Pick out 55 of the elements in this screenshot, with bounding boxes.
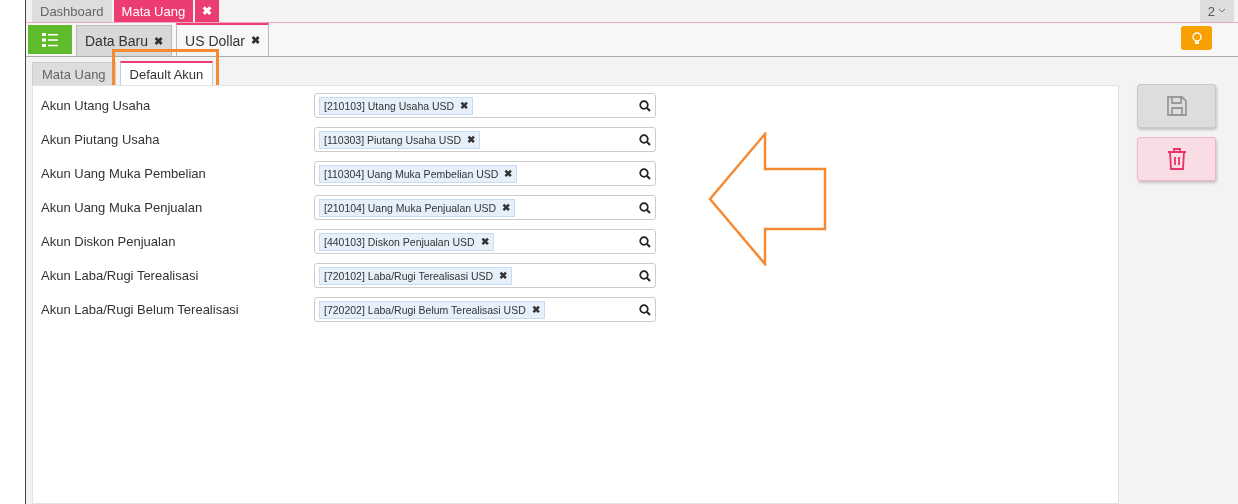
remove-tag-button[interactable]: ✖ bbox=[480, 236, 489, 247]
account-select-field[interactable]: [110303] Piutang Usaha USD ✖ bbox=[314, 127, 656, 152]
close-tab-button[interactable]: ✖ bbox=[250, 34, 260, 47]
search-icon bbox=[639, 303, 651, 316]
field-label: Akun Laba/Rugi Belum Terealisasi bbox=[41, 302, 240, 317]
form-tab[interactable]: Default Akun bbox=[119, 61, 214, 85]
document-tab[interactable]: US Dollar ✖ bbox=[176, 23, 269, 56]
field-label: Akun Piutang Usaha bbox=[41, 132, 161, 147]
window-tab[interactable]: Dashboard bbox=[32, 0, 112, 22]
selected-account-tag: [720102] Laba/Rugi Terealisasi USD ✖ bbox=[319, 266, 513, 285]
search-icon bbox=[639, 269, 651, 282]
search-icon bbox=[639, 99, 651, 112]
search-icon bbox=[639, 235, 651, 248]
chevron-icon bbox=[1218, 8, 1226, 14]
search-icon bbox=[639, 201, 651, 214]
tab-label: US Dollar bbox=[185, 32, 245, 49]
selected-account-tag: [210103] Utang Usaha USD ✖ bbox=[319, 96, 474, 115]
selected-account-tag: [210104] Uang Muka Penjualan USD ✖ bbox=[319, 198, 516, 217]
save-button[interactable] bbox=[1137, 84, 1216, 128]
close-tab-button[interactable]: ✖ bbox=[154, 34, 164, 48]
account-select-field[interactable]: [110304] Uang Muka Pembelian USD ✖ bbox=[314, 161, 656, 186]
window-tab[interactable]: Mata Uang bbox=[113, 0, 194, 22]
remove-tag-button[interactable]: ✖ bbox=[460, 100, 469, 111]
list-icon bbox=[42, 32, 58, 47]
field-label: Akun Laba/Rugi Terealisasi bbox=[41, 268, 200, 283]
selected-account-tag: [720202] Laba/Rugi Belum Terealisasi USD ✖ bbox=[319, 300, 545, 319]
lightbulb-icon bbox=[1191, 31, 1202, 45]
hint-button[interactable] bbox=[1181, 26, 1212, 50]
account-select-field[interactable]: [210104] Uang Muka Penjualan USD ✖ bbox=[314, 195, 656, 220]
trash-icon bbox=[1165, 147, 1188, 171]
account-select-field[interactable]: [720202] Laba/Rugi Belum Terealisasi USD ✖ bbox=[314, 297, 656, 322]
remove-tag-button[interactable]: ✖ bbox=[467, 134, 475, 145]
remove-tag-button[interactable]: ✖ bbox=[531, 304, 540, 315]
document-tab[interactable]: Data Baru ✖ bbox=[76, 25, 173, 56]
remove-tag-button[interactable]: ✖ bbox=[502, 202, 511, 213]
selected-account-tag: [110303] Piutang Usaha USD ✖ bbox=[319, 130, 480, 149]
field-label: Akun Utang Usaha bbox=[41, 98, 152, 113]
tab-label: Data Baru bbox=[85, 33, 149, 49]
window-count-button[interactable]: 2 bbox=[1199, 0, 1234, 22]
remove-tag-button[interactable]: ✖ bbox=[504, 168, 513, 179]
remove-tag-button[interactable]: ✖ bbox=[499, 270, 508, 281]
close-tab-button[interactable]: ✖ bbox=[195, 0, 220, 22]
form-tab[interactable]: Mata Uang bbox=[32, 62, 116, 85]
search-icon bbox=[639, 167, 651, 180]
field-label: Akun Uang Muka Penjualan bbox=[41, 200, 204, 215]
account-select-field[interactable]: [210103] Utang Usaha USD ✖ bbox=[314, 93, 656, 118]
account-select-field[interactable]: [440103] Diskon Penjualan USD ✖ bbox=[314, 229, 656, 254]
account-select-field[interactable]: [720102] Laba/Rugi Terealisasi USD ✖ bbox=[314, 263, 656, 288]
selected-account-tag: [440103] Diskon Penjualan USD ✖ bbox=[319, 232, 494, 251]
field-label: Akun Uang Muka Pembelian bbox=[41, 166, 207, 181]
delete-button[interactable] bbox=[1137, 137, 1216, 181]
selected-account-tag: [110304] Uang Muka Pembelian USD ✖ bbox=[319, 164, 518, 183]
field-label: Akun Diskon Penjualan bbox=[41, 234, 177, 249]
search-icon bbox=[639, 133, 651, 146]
list-menu-button[interactable] bbox=[28, 25, 72, 54]
